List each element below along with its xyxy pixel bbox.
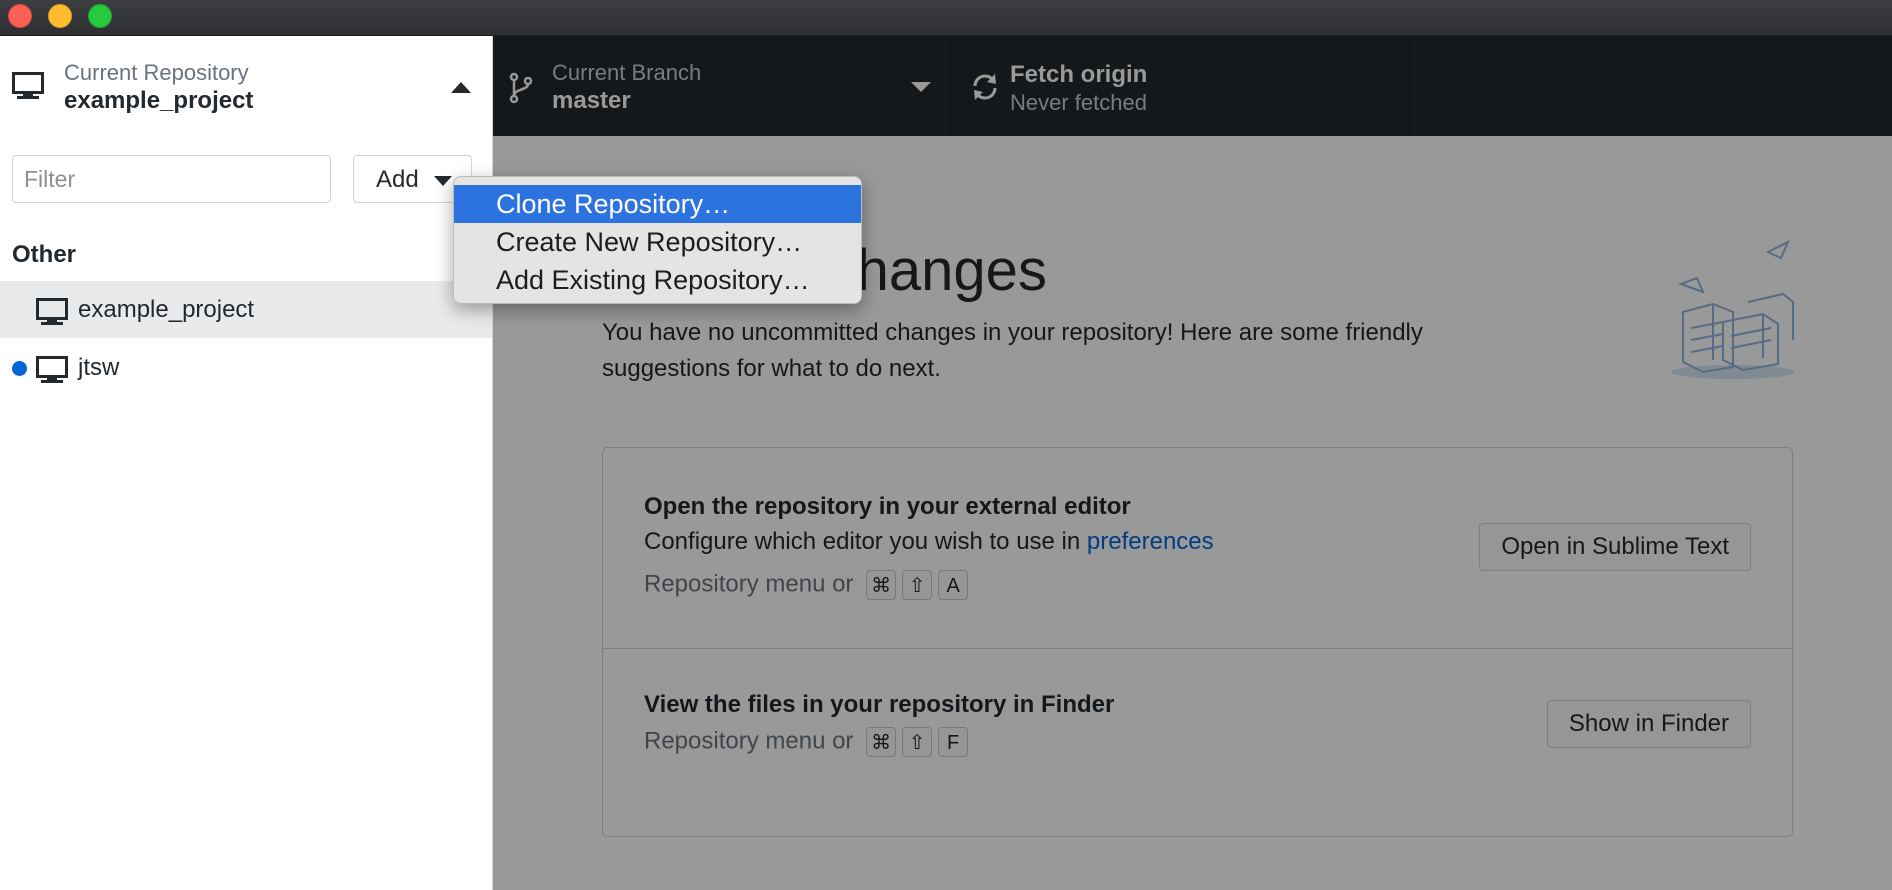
menu-item-create-new-repository[interactable]: Create New Repository…: [454, 223, 861, 261]
repository-name: jtsw: [78, 354, 120, 381]
close-window-button[interactable]: [8, 4, 32, 28]
zoom-window-button[interactable]: [88, 4, 112, 28]
add-button-label: Add: [376, 166, 419, 193]
repository-group-title: Other: [12, 241, 77, 268]
menu-item-clone-repository[interactable]: Clone Repository…: [454, 185, 861, 223]
minimize-window-button[interactable]: [48, 4, 72, 28]
current-repository-name: example_project: [64, 87, 254, 114]
current-repository-selector[interactable]: Current Repository example_project: [0, 36, 492, 136]
modal-overlay[interactable]: [493, 36, 1892, 890]
repository-filter-input[interactable]: [12, 155, 331, 203]
repository-list-item[interactable]: example_project: [0, 281, 492, 338]
computer-icon: [12, 72, 44, 99]
repository-sidebar: Current Repository example_project Add O…: [0, 36, 493, 890]
repository-list-item[interactable]: jtsw: [0, 339, 492, 396]
menu-item-add-existing-repository[interactable]: Add Existing Repository…: [454, 261, 861, 299]
changes-indicator-dot: [12, 361, 27, 376]
current-repository-label: Current Repository: [64, 60, 249, 85]
computer-icon: [36, 356, 68, 383]
computer-icon: [36, 298, 68, 325]
repository-name: example_project: [78, 296, 255, 323]
window-title-bar: [0, 0, 1892, 36]
add-repository-menu: Clone Repository… Create New Repository……: [453, 176, 862, 304]
caret-down-icon: [434, 176, 452, 186]
chevron-up-icon: [451, 82, 471, 93]
